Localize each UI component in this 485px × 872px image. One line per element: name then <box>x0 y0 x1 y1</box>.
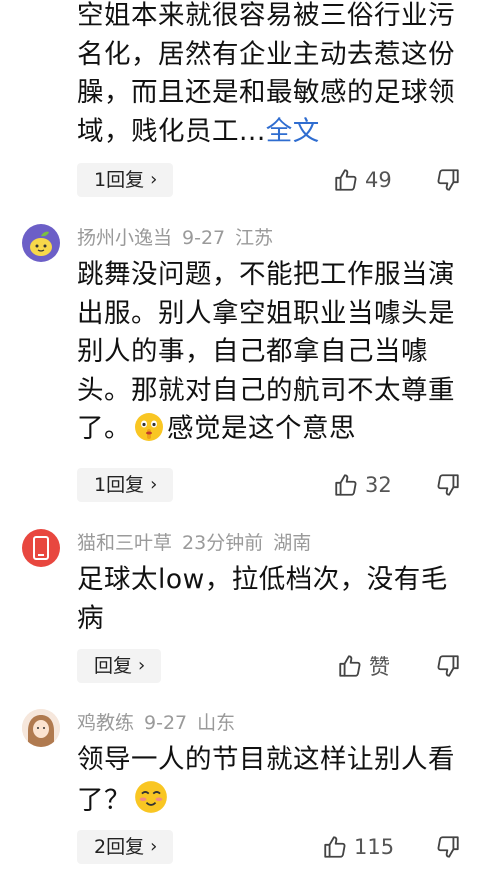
thumbs-down-icon <box>437 655 459 677</box>
thumbs-down-icon <box>437 836 459 858</box>
dislike-button[interactable] <box>432 468 464 502</box>
username[interactable]: 猫和三叶草 <box>77 532 172 554</box>
reply-button[interactable]: 1回复 › <box>77 163 174 197</box>
shush-emoji-icon <box>135 413 163 441</box>
reply-button[interactable]: 2回复 › <box>77 830 174 864</box>
comment-location: 湖南 <box>273 532 312 554</box>
thumbs-up-icon <box>335 169 357 191</box>
blush-emoji-icon <box>135 780 167 813</box>
comment-text: 空姐本来就很容易被三俗行业污名化，居然有企业主动去惹这份臊，而且还是和最敏感的足… <box>77 0 455 147</box>
reply-button[interactable]: 1回复 › <box>77 468 174 502</box>
avatar[interactable] <box>22 224 60 262</box>
thumbs-up-icon <box>335 474 357 496</box>
comment-text: 跳舞没问题，不能把工作服当演出服。别人拿空姐职业当噱头是别人的事，自己都拿自己当… <box>77 259 455 444</box>
like-button[interactable]: 赞 <box>337 649 390 683</box>
comment-meta: 鸡教练 9-27 山东 <box>77 711 245 735</box>
comment-location: 江苏 <box>235 227 274 249</box>
thumbs-up-icon <box>339 655 361 677</box>
dislike-button[interactable] <box>432 163 464 197</box>
chevron-right-icon: › <box>150 169 158 190</box>
full-text-link[interactable]: 全文 <box>266 116 320 147</box>
chevron-right-icon: › <box>150 474 158 495</box>
lemon-avatar-icon <box>30 231 52 256</box>
comment-meta: 猫和三叶草 23分钟前 湖南 <box>77 531 321 555</box>
like-button[interactable]: 115 <box>322 830 394 864</box>
comment-location: 山东 <box>197 712 236 734</box>
comment-meta: 扬州小逸当 9-27 江苏 <box>77 226 283 250</box>
comment-date: 9-27 <box>144 712 188 734</box>
reply-button[interactable]: 回复 › <box>77 649 162 683</box>
username[interactable]: 扬州小逸当 <box>77 227 172 249</box>
dislike-button[interactable] <box>432 830 464 864</box>
thumbs-down-icon <box>437 169 459 191</box>
thumbs-up-icon <box>324 836 346 858</box>
like-button[interactable]: 32 <box>333 468 392 502</box>
username[interactable]: 鸡教练 <box>77 712 134 734</box>
avatar[interactable] <box>22 529 60 567</box>
comment-date: 23分钟前 <box>182 532 264 554</box>
thumbs-down-icon <box>437 474 459 496</box>
comment-date: 9-27 <box>182 227 226 249</box>
comment-text: 领导一人的节目就这样让别人看了？ <box>77 744 455 816</box>
phone-avatar-icon <box>33 536 49 560</box>
comment-text: 足球太low，拉低档次，没有毛病 <box>77 564 448 634</box>
dislike-button[interactable] <box>432 649 464 683</box>
avatar[interactable] <box>22 709 60 747</box>
girl-avatar-icon <box>22 709 60 747</box>
like-button[interactable]: 49 <box>333 163 392 197</box>
chevron-right-icon: › <box>138 655 146 676</box>
chevron-right-icon: › <box>150 836 158 857</box>
